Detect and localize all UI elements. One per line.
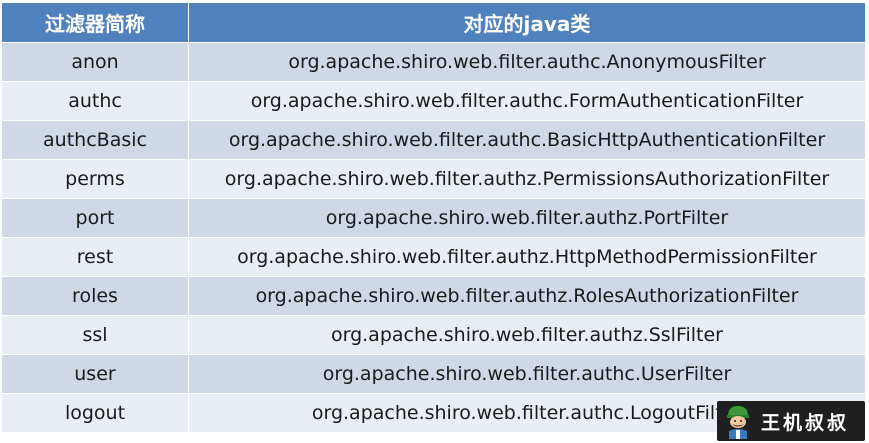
table-row: roles org.apache.shiro.web.filter.authz.R… bbox=[2, 277, 865, 316]
table-header-row: 过滤器简称 对应的java类 bbox=[2, 3, 865, 43]
table-row: authcBasic org.apache.shiro.web.filter.au… bbox=[2, 121, 865, 160]
java-class-cell: org.apache.shiro.web.filter.authc.UserFi… bbox=[189, 355, 865, 393]
filter-short-name-cell: authcBasic bbox=[2, 121, 189, 159]
java-class-cell: org.apache.shiro.web.filter.authz.HttpMe… bbox=[189, 238, 865, 276]
table-row: user org.apache.shiro.web.filter.authc.Us… bbox=[2, 355, 865, 394]
java-class-cell: org.apache.shiro.web.filter.authz.Permis… bbox=[189, 160, 865, 198]
filter-short-name-cell: ssl bbox=[2, 316, 189, 354]
header-filter-short-name: 过滤器简称 bbox=[2, 3, 189, 42]
filter-table: 过滤器简称 对应的java类 anon org.apache.shiro.web.… bbox=[2, 3, 865, 433]
java-class-cell: org.apache.shiro.web.filter.authc.FormAu… bbox=[189, 82, 865, 120]
author-watermark: 王机叔叔 bbox=[717, 401, 865, 441]
table-row: port org.apache.shiro.web.filter.authz.Po… bbox=[2, 199, 865, 238]
avatar-icon bbox=[723, 403, 753, 439]
table-row: perms org.apache.shiro.web.filter.authz.P… bbox=[2, 160, 865, 199]
table-row: ssl org.apache.shiro.web.filter.authz.Ssl… bbox=[2, 316, 865, 355]
filter-short-name-cell: rest bbox=[2, 238, 189, 276]
java-class-cell: org.apache.shiro.web.filter.authz.PortFi… bbox=[189, 199, 865, 237]
java-class-cell: org.apache.shiro.web.filter.authz.RolesA… bbox=[189, 277, 865, 315]
java-class-cell: org.apache.shiro.web.filter.authz.SslFil… bbox=[189, 316, 865, 354]
filter-short-name-cell: perms bbox=[2, 160, 189, 198]
filter-short-name-cell: user bbox=[2, 355, 189, 393]
table-row: rest org.apache.shiro.web.filter.authz.Ht… bbox=[2, 238, 865, 277]
table-row: anon org.apache.shiro.web.filter.authc.An… bbox=[2, 43, 865, 82]
filter-short-name-cell: anon bbox=[2, 43, 189, 81]
filter-short-name-cell: roles bbox=[2, 277, 189, 315]
header-java-class: 对应的java类 bbox=[189, 3, 865, 42]
watermark-text: 王机叔叔 bbox=[761, 411, 850, 434]
filter-short-name-cell: port bbox=[2, 199, 189, 237]
filter-short-name-cell: logout bbox=[2, 394, 189, 432]
filter-short-name-cell: authc bbox=[2, 82, 189, 120]
table-row: authc org.apache.shiro.web.filter.authc.F… bbox=[2, 82, 865, 121]
java-class-cell: org.apache.shiro.web.filter.authc.Anonym… bbox=[189, 43, 865, 81]
java-class-cell: org.apache.shiro.web.filter.authc.BasicH… bbox=[189, 121, 865, 159]
